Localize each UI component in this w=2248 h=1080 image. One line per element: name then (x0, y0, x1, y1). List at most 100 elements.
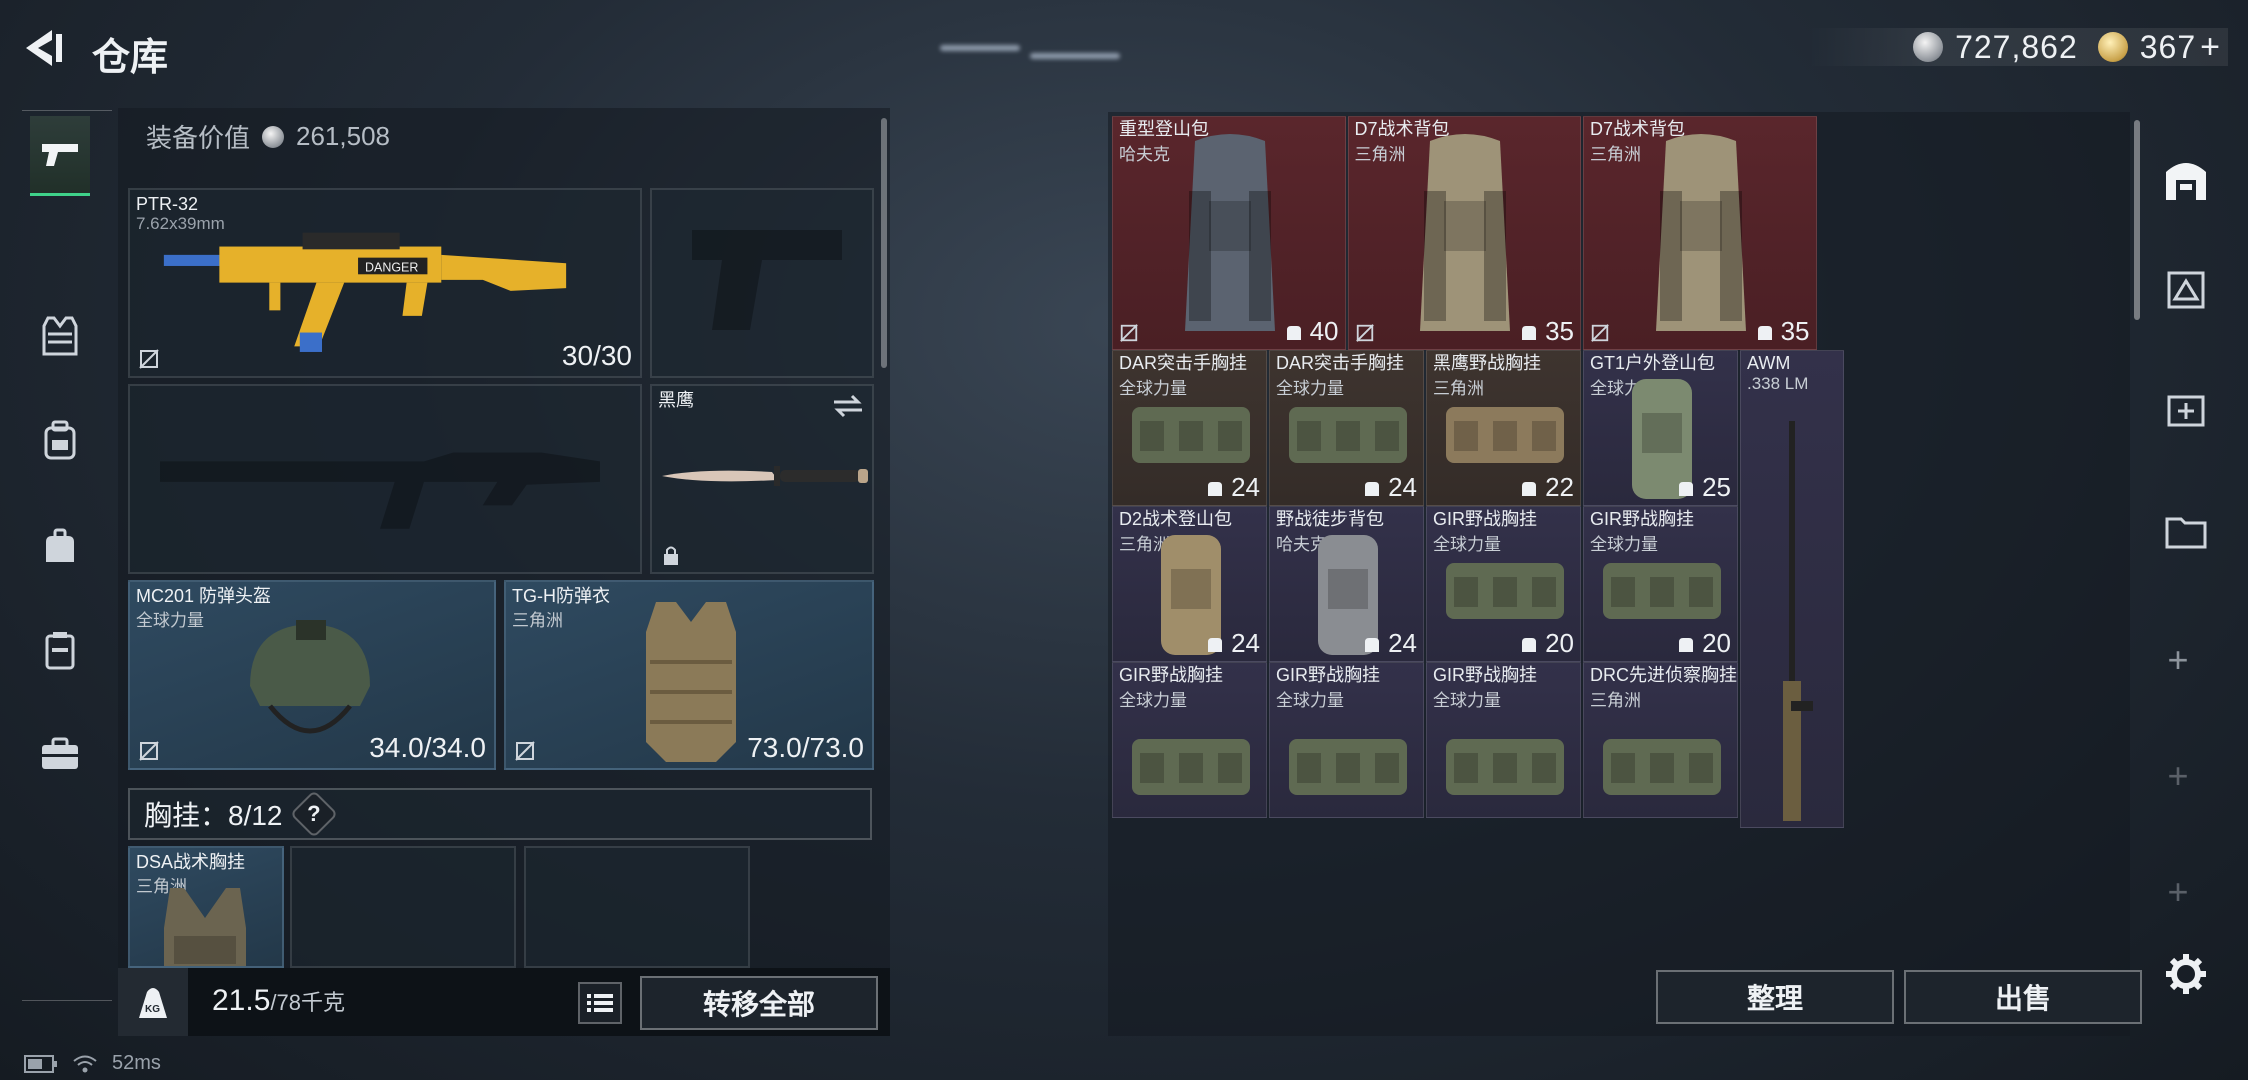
bag-icon (1208, 637, 1223, 652)
nav-divider (22, 110, 112, 111)
add-currency-button[interactable]: + (2200, 28, 2220, 67)
bag-icon (1757, 325, 1772, 340)
equipment-footer: KG 21.5/78千克 转移全部 (118, 968, 890, 1036)
tab-storage-2[interactable] (2158, 262, 2214, 318)
list-icon (587, 994, 613, 1012)
warehouse-item[interactable]: 重型登山包 哈夫克 40 (1112, 116, 1346, 350)
item-name: GIR野战胸挂 (1276, 665, 1381, 685)
item-name: D2战术登山包 (1119, 509, 1233, 529)
secondary-weapon-frame[interactable] (128, 384, 642, 574)
item-capacity-value: 24 (1388, 628, 1417, 658)
transfer-all-button[interactable]: 转移全部 (640, 976, 878, 1030)
item-capacity: 25 (1676, 472, 1731, 503)
help-icon[interactable]: ? (289, 789, 338, 839)
bag-icon (1365, 637, 1380, 652)
item-name: GIR野战胸挂 (1119, 665, 1224, 685)
item-capacity-value: 35 (1780, 316, 1810, 346)
tab-storage-3[interactable] (2158, 382, 2214, 438)
warehouse-item[interactable]: D2战术登山包 三角洲 24 (1112, 506, 1267, 662)
item-capacity-value: 35 (1545, 316, 1574, 346)
item-image (1288, 407, 1407, 463)
weight-icon: KG (118, 968, 188, 1036)
item-name: DAR突击手胸挂 (1119, 353, 1248, 373)
rifle-image: DANGER (163, 232, 567, 352)
item-capacity-value: 20 (1702, 628, 1731, 658)
warehouse-item[interactable]: 黑鹰野战胸挂 三角洲 22 (1426, 350, 1581, 506)
nav-vest[interactable] (30, 296, 90, 376)
chest-pocket-slot[interactable] (290, 846, 516, 968)
nav-backpack[interactable] (30, 400, 90, 480)
nav-container[interactable] (30, 610, 90, 690)
warehouse-item[interactable]: GIR野战胸挂 全球力量 (1112, 662, 1267, 818)
back-arrow-icon (26, 30, 62, 66)
helmet-slot[interactable]: MC201 防弹头盔 全球力量 34.0/34.0 (128, 580, 496, 770)
help-icon-label: ? (306, 800, 321, 826)
item-maker: 哈夫克 (1119, 145, 1170, 164)
chest-pocket-slot[interactable] (524, 846, 750, 968)
item-capacity: 24 (1205, 472, 1260, 503)
warehouse-item[interactable]: DAR突击手胸挂 全球力量 24 (1112, 350, 1267, 506)
warehouse-item[interactable]: GIR野战胸挂 全球力量 (1426, 662, 1581, 818)
bag-icon (46, 528, 74, 562)
helmet-name: MC201 防弹头盔 (136, 586, 272, 606)
pistol-icon (42, 143, 78, 166)
warehouse-item[interactable]: DAR突击手胸挂 全球力量 24 (1269, 350, 1424, 506)
item-capacity: 20 (1676, 628, 1731, 659)
warehouse-item[interactable]: AWM .338 LM (1740, 350, 1844, 828)
nav-bag[interactable] (30, 506, 90, 586)
swap-icon[interactable] (832, 394, 864, 418)
no-insure-icon (139, 349, 159, 369)
add-storage-button-disabled: + (2167, 755, 2189, 796)
add-storage-button-disabled: + (2167, 871, 2189, 912)
item-image (1602, 563, 1721, 619)
storage-plus-icon (2167, 395, 2205, 427)
warehouse-item[interactable]: GIR野战胸挂 全球力量 20 (1583, 506, 1738, 662)
item-capacity-value: 24 (1231, 628, 1260, 658)
tab-storage-4[interactable] (2158, 502, 2214, 558)
pistol-slot-frame[interactable] (650, 188, 874, 378)
item-capacity-value: 22 (1545, 472, 1574, 502)
add-storage-button[interactable]: + (2150, 632, 2206, 688)
armor-slot[interactable]: TG-H防弹衣 三角洲 73.0/73.0 (504, 580, 874, 770)
no-insure-icon (1120, 324, 1138, 342)
chest-rig-slot[interactable]: DSA战术胸挂 三角洲 (128, 846, 284, 968)
nav-weapons[interactable] (30, 116, 90, 196)
no-insure-icon (515, 741, 535, 761)
warehouse-item[interactable]: DRC先进侦察胸挂 三角洲 (1583, 662, 1738, 818)
melee-slot[interactable]: 黑鹰 (650, 384, 874, 574)
warehouse-item[interactable]: D7战术背包 三角洲 35 (1347, 116, 1581, 350)
warehouse-item[interactable]: GT1户外登山包 全球力量 25 (1583, 350, 1738, 506)
no-insure-icon (139, 741, 159, 761)
item-image (1445, 407, 1564, 463)
svg-text:DANGER: DANGER (365, 261, 418, 275)
armor-durability: 73.0/73.0 (747, 732, 864, 763)
list-view-button[interactable] (578, 982, 622, 1024)
bag-icon (1522, 325, 1537, 340)
kettlebell-icon: KG (139, 988, 167, 1018)
warehouse-item[interactable]: 野战徒步背包 哈夫克 24 (1269, 506, 1424, 662)
item-name: 黑鹰野战胸挂 (1433, 353, 1541, 373)
back-button[interactable] (22, 26, 66, 70)
warehouse-item[interactable]: D7战术背包 三角洲 35 (1583, 116, 1817, 350)
carry-weight-value: 21.5 (212, 984, 271, 1017)
item-maker: 全球力量 (1276, 691, 1344, 710)
chest-rig-capacity: 胸挂：8/12 (144, 800, 283, 831)
nav-case[interactable] (30, 714, 90, 794)
sort-button[interactable]: 整理 (1656, 970, 1894, 1024)
no-insure-icon (1591, 324, 1609, 342)
page-title: 仓库 (92, 37, 169, 79)
item-capacity-value: 40 (1309, 316, 1339, 346)
warehouse-item[interactable]: GIR野战胸挂 全球力量 (1269, 662, 1424, 818)
tab-main-storage[interactable] (2158, 152, 2214, 208)
right-storage-tabs: + + + (2140, 112, 2230, 1032)
carry-weight-max: /78千克 (270, 990, 345, 1015)
item-capacity: 35 (1519, 316, 1574, 347)
melee-name: 黑鹰 (658, 390, 694, 410)
armor-maker: 三角洲 (512, 611, 563, 630)
sell-button[interactable]: 出售 (1904, 970, 2142, 1024)
warehouse-item[interactable]: GIR野战胸挂 全球力量 20 (1426, 506, 1581, 662)
warehouse-grid: 重型登山包 哈夫克 40 D7战术背包 三角洲 35 D7战术背包 三角洲 35 DAR突击手胸挂… (1112, 116, 2124, 956)
primary-weapon-frame[interactable]: PTR-32 7.62x39mm DANGER 30/30 (128, 188, 642, 378)
currency-display: 727,862 367 + (1808, 28, 2228, 66)
settings-button[interactable] (2158, 946, 2214, 1002)
